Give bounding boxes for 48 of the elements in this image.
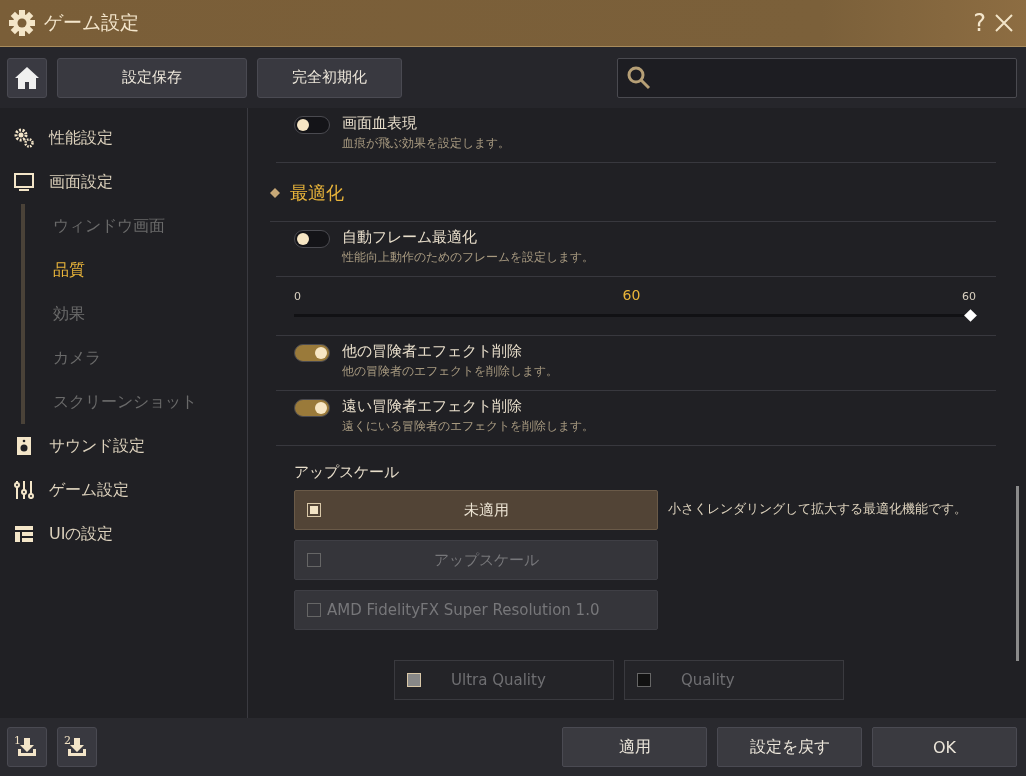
- setting-description: 遠くにいる冒険者のエフェクトを削除します。: [342, 418, 594, 435]
- window-title: ゲーム設定: [44, 10, 140, 35]
- section-title: 最適化: [290, 181, 344, 205]
- sidebar-subitem[interactable]: 品質: [25, 248, 247, 292]
- setting-description: 性能向上動作のためのフレームを設定します。: [342, 249, 594, 266]
- toggle-switch[interactable]: [294, 344, 330, 362]
- toolbar-button[interactable]: 設定保存: [57, 57, 247, 98]
- close-icon[interactable]: [994, 13, 1014, 33]
- sidebar-item[interactable]: UIの設定: [0, 512, 247, 556]
- setting-title: 画面血表現: [342, 114, 418, 133]
- monitor-icon: [13, 171, 35, 193]
- preset-button[interactable]: 1: [7, 727, 47, 767]
- search-icon: [626, 64, 652, 91]
- sidebar-item[interactable]: 性能設定: [0, 116, 247, 160]
- setting-title: 遠い冒険者エフェクト削除: [342, 397, 523, 416]
- sidebar-item[interactable]: サウンド設定: [0, 424, 247, 468]
- download-icon: [16, 736, 38, 758]
- slider-max: 60: [962, 290, 976, 303]
- slider-thumb[interactable]: [963, 308, 977, 322]
- setting-description: 血痕が飛ぶ効果を設定します。: [342, 135, 510, 152]
- toolbar-button[interactable]: 完全初期化: [257, 57, 402, 98]
- gears-icon: [13, 127, 35, 149]
- footer-button[interactable]: 設定を戻す: [717, 727, 862, 767]
- search-field[interactable]: [617, 57, 1017, 98]
- sidebar-item[interactable]: 画面設定: [0, 160, 247, 204]
- slider-value: 60: [622, 287, 641, 303]
- setting-title: 他の冒険者エフェクト削除: [342, 342, 523, 361]
- home-button[interactable]: [7, 57, 47, 98]
- footer-button[interactable]: 適用: [562, 727, 707, 767]
- slider-min: 0: [294, 290, 301, 303]
- diamond-icon: [270, 188, 280, 198]
- preset-button[interactable]: 2: [57, 727, 97, 767]
- sidebar-item[interactable]: ゲーム設定: [0, 468, 247, 512]
- footer-button[interactable]: OK: [872, 727, 1017, 767]
- layout-icon: [13, 523, 35, 545]
- home-icon: [14, 65, 40, 90]
- setting-description: 他の冒険者のエフェクトを削除します。: [342, 363, 558, 380]
- setting-title: アップスケール: [294, 463, 399, 481]
- scrollbar-thumb[interactable]: [1016, 486, 1019, 661]
- setting-description: 小さくレンダリングして拡大する最適化機能です。: [668, 500, 967, 518]
- toggle-switch[interactable]: [294, 116, 330, 134]
- help-button[interactable]: ?: [973, 9, 986, 37]
- option-button[interactable]: 未適用: [294, 490, 658, 530]
- download-icon: [66, 736, 88, 758]
- toggle-switch[interactable]: [294, 230, 330, 248]
- toggle-switch[interactable]: [294, 399, 330, 417]
- setting-title: 自動フレーム最適化: [342, 228, 478, 247]
- sliders-icon: [13, 479, 35, 501]
